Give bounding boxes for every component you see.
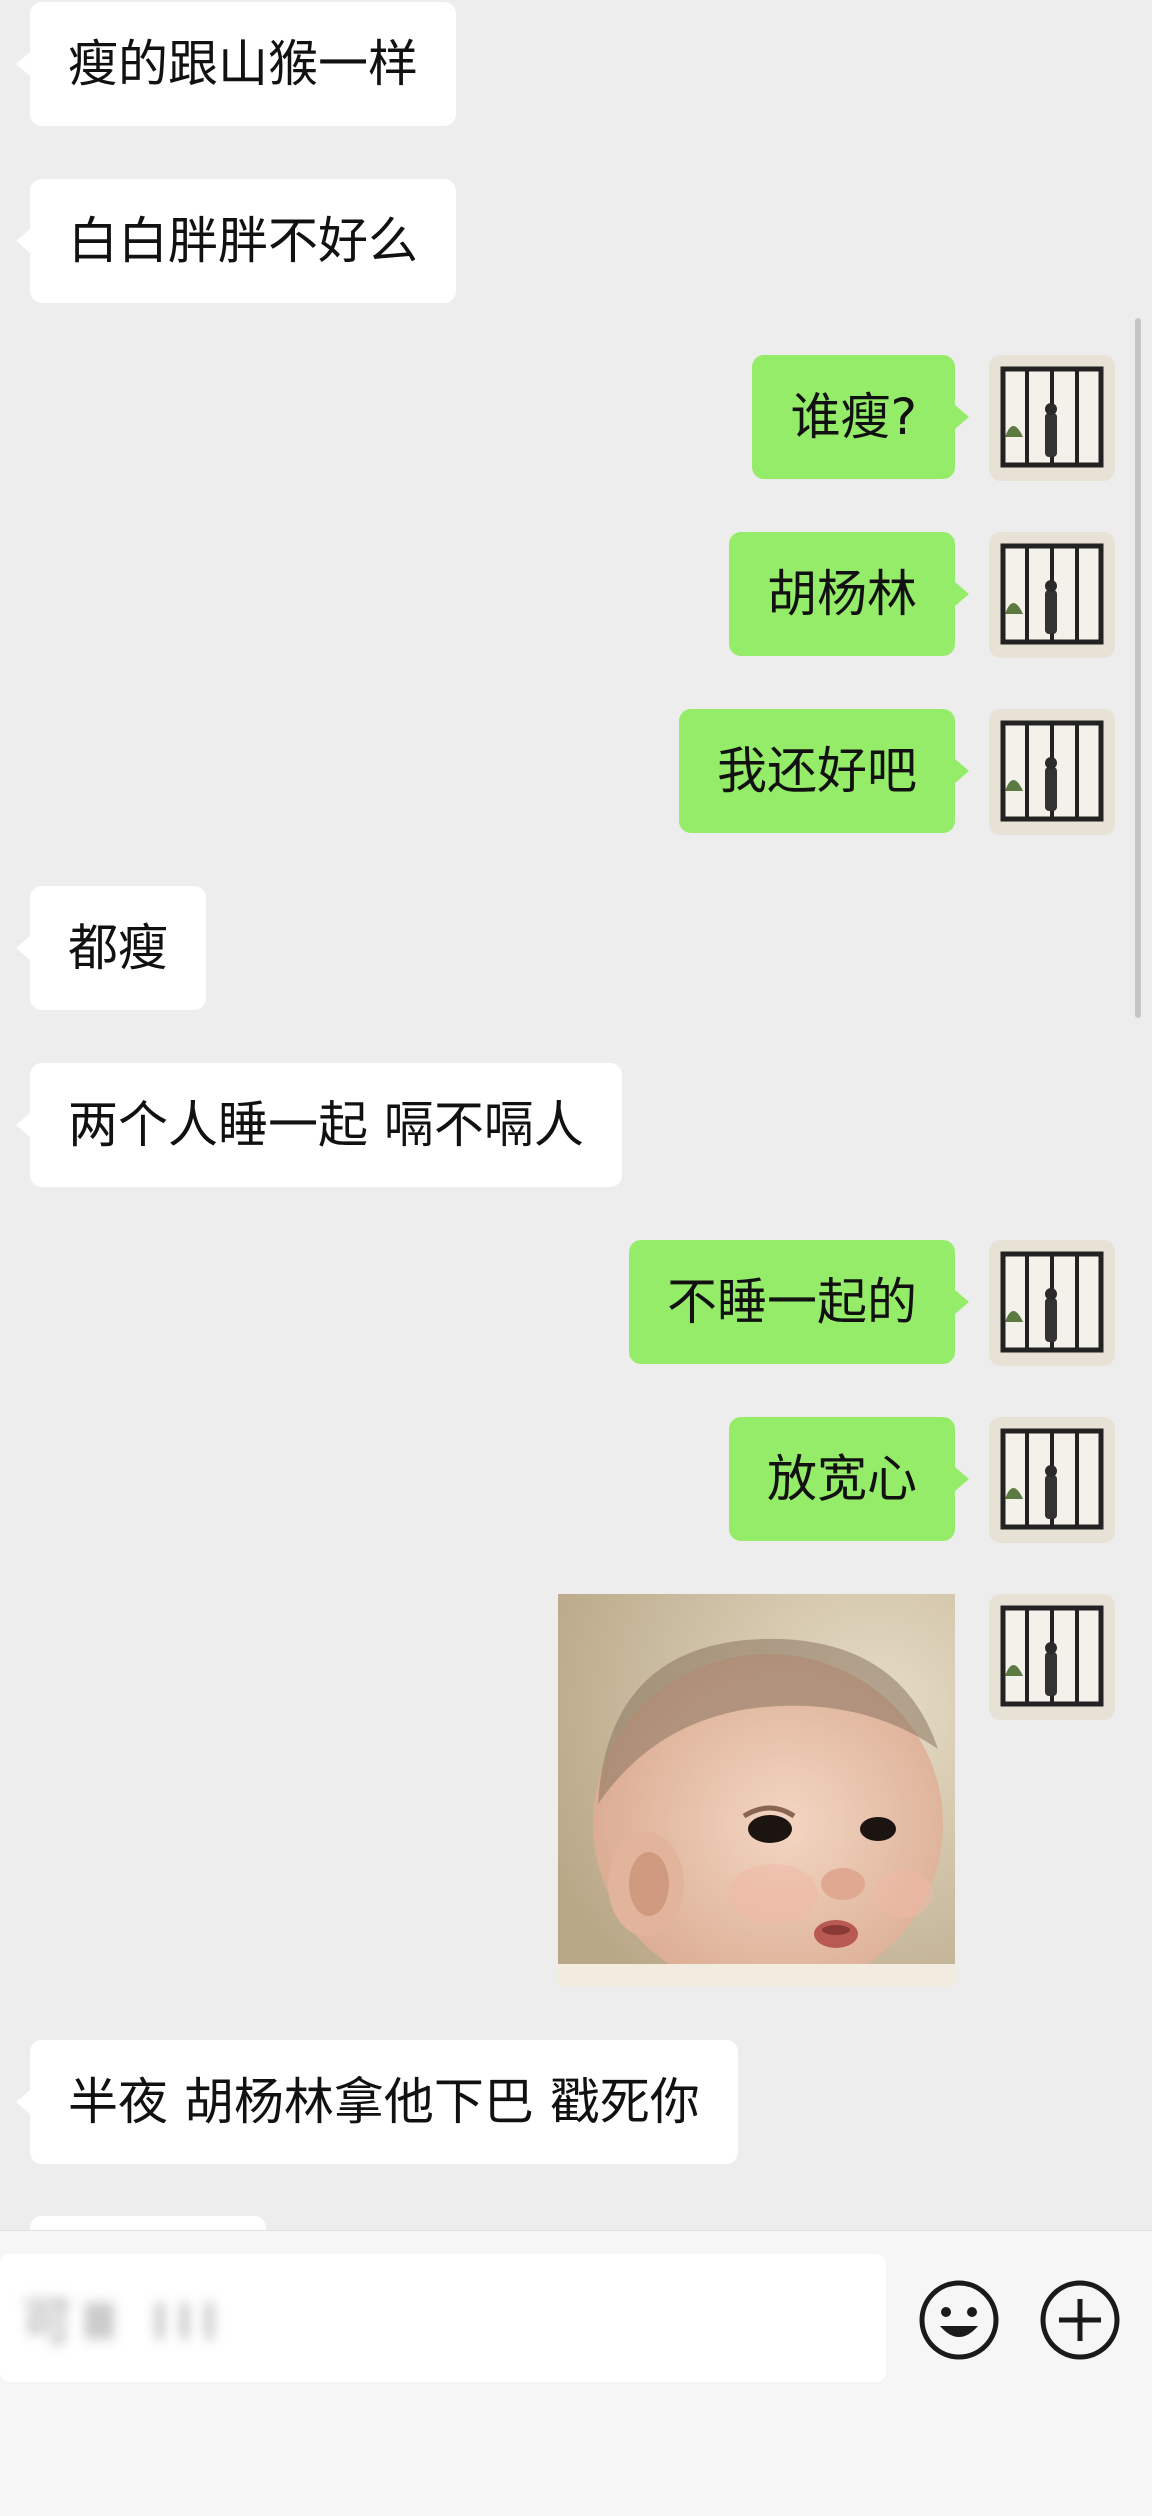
input-bar: 可Ⅲ ⅠⅠⅠ: [0, 2230, 1152, 2516]
my-avatar[interactable]: [989, 1417, 1115, 1543]
message-bubble-outgoing[interactable]: 谁瘦?: [752, 355, 969, 479]
message-bubble-outgoing[interactable]: 放宽心: [729, 1417, 969, 1541]
message-text: 瘦的跟山猴一样: [68, 35, 418, 93]
message-bubble-incoming[interactable]: 瘦的跟山猴一样: [16, 2, 456, 126]
draft-text: 可Ⅲ ⅠⅠⅠ: [22, 2293, 227, 2351]
message-bubble-incoming[interactable]: 白白胖胖不好么: [16, 179, 456, 303]
more-button[interactable]: [1039, 2279, 1121, 2361]
baby-photo-icon: [558, 1594, 955, 1987]
message-bubble-incoming[interactable]: 两个人睡一起 嗝不嗝人: [16, 1063, 622, 1187]
plus-circle-icon: [1040, 2280, 1120, 2360]
message-text: 半夜 胡杨林拿他下巴 戳死你: [68, 2073, 700, 2131]
my-avatar[interactable]: [989, 1240, 1115, 1366]
message-bubble-incoming[interactable]: 都瘦: [16, 886, 206, 1010]
my-avatar[interactable]: [989, 709, 1115, 835]
message-text: 谁瘦?: [790, 388, 917, 446]
baby-photo-message[interactable]: [558, 1594, 955, 1987]
message-bubble-outgoing[interactable]: 不睡一起的: [629, 1240, 969, 1364]
message-bubble-incoming[interactable]: [30, 2216, 266, 2230]
avatar-image-icon: [989, 532, 1115, 658]
emoji-button[interactable]: [918, 2279, 1000, 2361]
message-text: 胡杨林: [767, 565, 917, 623]
smiley-face-icon: [919, 2280, 999, 2360]
message-text: 放宽心: [767, 1450, 917, 1508]
message-text: 不睡一起的: [667, 1273, 917, 1331]
message-text: 都瘦: [68, 919, 168, 977]
scrollbar[interactable]: [1135, 318, 1141, 1018]
my-avatar[interactable]: [989, 1594, 1115, 1720]
message-bubble-outgoing[interactable]: 我还好吧: [679, 709, 969, 833]
message-text: 我还好吧: [717, 742, 917, 800]
avatar-image-icon: [989, 709, 1115, 835]
avatar-image-icon: [989, 1240, 1115, 1366]
my-avatar[interactable]: [989, 532, 1115, 658]
chat-message-list[interactable]: 瘦的跟山猴一样 白白胖胖不好么 谁瘦? 胡杨林 我还好吧 都瘦 两个人睡一起 嗝…: [0, 0, 1152, 2230]
avatar-image-icon: [989, 1417, 1115, 1543]
avatar-image-icon: [989, 1594, 1115, 1720]
avatar-image-icon: [989, 355, 1115, 481]
my-avatar[interactable]: [989, 355, 1115, 481]
message-bubble-incoming[interactable]: 半夜 胡杨林拿他下巴 戳死你: [16, 2040, 738, 2164]
message-text: 白白胖胖不好么: [68, 212, 418, 270]
message-bubble-outgoing[interactable]: 胡杨林: [729, 532, 969, 656]
message-input[interactable]: 可Ⅲ ⅠⅠⅠ: [0, 2254, 886, 2382]
message-text: 两个人睡一起 嗝不嗝人: [68, 1096, 584, 1154]
